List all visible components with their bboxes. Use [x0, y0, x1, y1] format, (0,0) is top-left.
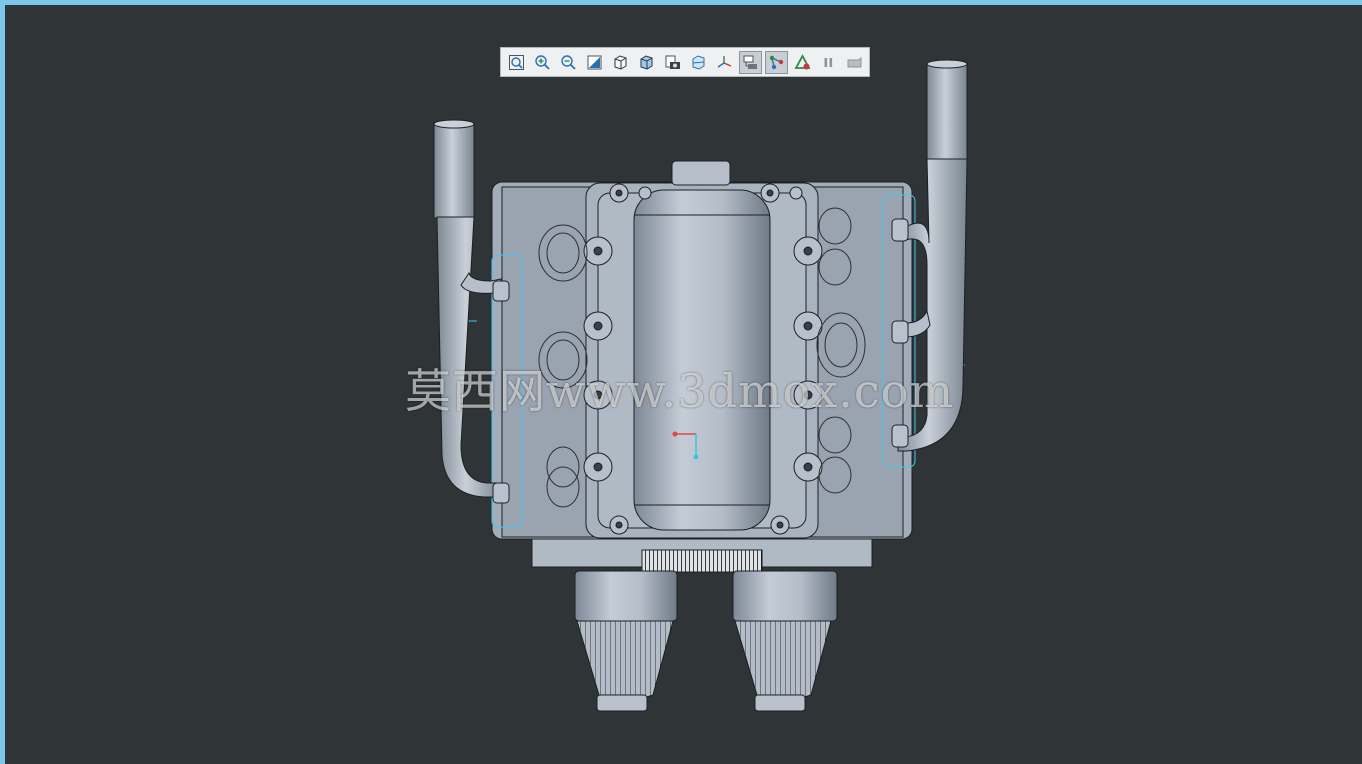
connections-button[interactable]	[765, 50, 788, 74]
air-filter-right	[732, 570, 838, 712]
measure-icon	[794, 53, 811, 69]
axes-display-button[interactable]	[713, 51, 736, 74]
zoom-in-icon	[535, 54, 550, 70]
zoom-window-icon	[587, 55, 602, 69]
zoom-window-button[interactable]	[583, 51, 606, 74]
display-style-button[interactable]	[635, 51, 658, 74]
view-cube-button[interactable]	[609, 51, 632, 74]
reset-icon	[847, 56, 862, 67]
display-style-icon	[640, 54, 653, 70]
tree-view-button[interactable]	[739, 50, 762, 74]
view-cube-icon	[614, 54, 627, 70]
zoom-fit-button[interactable]	[505, 51, 528, 74]
zoom-fit-icon	[509, 54, 524, 70]
crankcase	[531, 538, 873, 573]
pause-button[interactable]	[817, 51, 840, 74]
tree-view-icon	[743, 55, 757, 69]
zoom-in-button[interactable]	[531, 51, 554, 74]
3d-viewport[interactable]: 莫西网www.3dmox.com	[5, 5, 1362, 764]
view-toolbar	[500, 47, 870, 77]
pause-icon	[824, 57, 833, 67]
zoom-out-button[interactable]	[557, 51, 580, 74]
measure-button[interactable]	[791, 51, 814, 74]
reset-button[interactable]	[843, 51, 866, 74]
axes-display-icon	[717, 55, 732, 68]
screenshot-button[interactable]	[661, 51, 684, 74]
watermark-text: 莫西网www.3dmox.com	[405, 364, 954, 418]
screenshot-icon	[665, 55, 680, 69]
section-view-button[interactable]	[687, 51, 710, 74]
zoom-out-icon	[561, 54, 576, 70]
section-view-icon	[692, 54, 705, 70]
air-filter-left	[574, 570, 678, 712]
connections-icon	[769, 55, 784, 69]
